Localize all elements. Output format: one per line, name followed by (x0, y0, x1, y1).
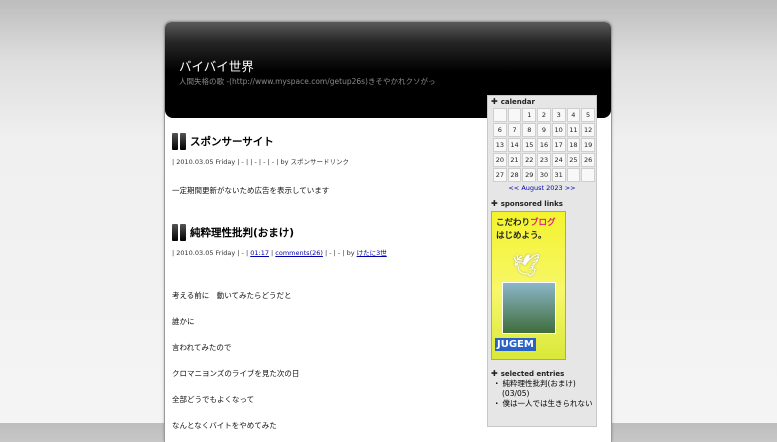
calendar-week-row: 6 7 8 9 10 11 12 (493, 123, 595, 137)
selected-entry[interactable]: ・僕は一人では生きられない (493, 399, 596, 409)
calendar-day: 8 (522, 123, 537, 137)
site-title[interactable]: バイバイ世界 (179, 56, 254, 75)
ad-line1-a: こだわり (496, 218, 531, 228)
calendar-day: 31 (551, 168, 566, 182)
entry-body-line: なんとなくバイトをやめてみた (172, 421, 277, 430)
calendar-day: 10 (551, 123, 566, 137)
entry-title: スポンサーサイト (172, 132, 472, 150)
entry-date: | 2010.03.05 Friday | - | (172, 249, 251, 257)
cross-icon: ✚ (491, 369, 498, 378)
entry-author: スポンサードリンク (290, 158, 350, 166)
calendar-day: 15 (522, 138, 537, 152)
calendar-day: 25 (566, 153, 581, 167)
comments-link[interactable]: comments(26) (275, 249, 323, 257)
calendar-day: 18 (566, 138, 581, 152)
sidebar: ✚ calendar 1 2 3 4 5 6 7 8 9 10 11 12 13 14 15 16 17 18 19… (487, 95, 597, 427)
permalink-link[interactable]: 01:17 (250, 249, 269, 257)
calendar-day: 21 (507, 153, 522, 167)
selected-entry-title[interactable]: 僕は一人では生きられない (503, 399, 593, 408)
calendar-day (566, 168, 581, 182)
calendar-day: 30 (537, 168, 551, 182)
ad-photo (502, 282, 556, 334)
calendar-day: 26 (581, 153, 595, 167)
entry-title-text[interactable]: 純粋理性批判(おまけ) (190, 225, 294, 240)
entry-body-line: 誰かに (172, 317, 195, 326)
main-content: スポンサーサイト | 2010.03.05 Friday | - | | - |… (172, 132, 472, 431)
calendar-nav[interactable]: << August 2023 >> (488, 184, 596, 192)
calendar-day: 13 (493, 138, 507, 152)
calendar-day: 1 (522, 108, 537, 122)
selected-entry-title[interactable]: 純粋理性批判(おまけ) (503, 379, 576, 388)
entry-title-icon (172, 132, 186, 150)
calendar-heading: ✚ calendar (488, 96, 596, 107)
calendar-day: 6 (493, 123, 507, 137)
entry-title-icon (172, 223, 186, 241)
entry-body-line: 全部どうでもよくなって (172, 395, 255, 404)
calendar-day: 23 (537, 153, 551, 167)
entry-meta: | 2010.03.05 Friday | - | | - | - | - | … (172, 156, 472, 166)
calendar-day (493, 108, 507, 122)
selected-heading: ✚ selected entries (488, 368, 596, 379)
calendar-day: 24 (551, 153, 566, 167)
entry: 純粋理性批判(おまけ) | 2010.03.05 Friday | - | 01… (172, 223, 472, 431)
calendar-table: 1 2 3 4 5 6 7 8 9 10 11 12 13 14 15 16 17 18 19 20 21 22 23 24 2… (492, 107, 596, 183)
calendar-day: 27 (493, 168, 507, 182)
selected-entries-list: ・純粋理性批判(おまけ) (03/05) ・僕は一人では生きられない (488, 379, 596, 409)
ad-banner[interactable]: こだわりブログ はじめよう。 🕊 JUGEM (491, 211, 566, 360)
sponsored-heading: ✚ sponsored links (488, 198, 596, 209)
calendar-week-row: 27 28 29 30 31 (493, 168, 595, 182)
ad-line1-b: ブログ (530, 218, 556, 228)
entry-title-text[interactable]: スポンサーサイト (190, 134, 274, 149)
calendar-day: 5 (581, 108, 595, 122)
calendar-heading-text: calendar (500, 97, 535, 106)
entry-body-line: 考える前に 動いてみたらどうだと (172, 291, 292, 300)
selected-heading-text: selected entries (500, 369, 565, 378)
author-link[interactable]: けたに3世 (357, 249, 387, 257)
calendar-day (507, 108, 522, 122)
entry-body-line: 言われてみたので (172, 343, 232, 352)
calendar-week-row: 12345 (493, 108, 595, 122)
calendar-day: 17 (551, 138, 566, 152)
entry-body-line: クロマニヨンズのライブを見た次の日 (172, 369, 300, 378)
calendar-day: 14 (507, 138, 522, 152)
selected-entry-date: (03/05) (502, 389, 530, 398)
site-subtitle: 人間失格の歌 -(http://www.myspace.com/getup26s… (179, 77, 436, 86)
calendar-day: 7 (507, 123, 522, 137)
calendar-day: 9 (537, 123, 551, 137)
entry-body: 一定期間更新がないため広告を表示しています (172, 186, 330, 195)
calendar-day: 11 (566, 123, 581, 137)
calendar-day: 29 (522, 168, 537, 182)
calendar-day: 28 (507, 168, 522, 182)
calendar-week-row: 13 14 15 16 17 18 19 (493, 138, 595, 152)
calendar-day: 12 (581, 123, 595, 137)
calendar-day: 19 (581, 138, 595, 152)
ad-line1: こだわりブログ (496, 216, 556, 228)
calendar-day: 20 (493, 153, 507, 167)
calendar-day: 2 (537, 108, 551, 122)
cross-icon: ✚ (491, 97, 498, 106)
calendar-day: 4 (566, 108, 581, 122)
entry-meta-info: | 2010.03.05 Friday | - | | - | - | - | … (172, 158, 291, 166)
bird-icon: 🕊 (512, 254, 540, 279)
calendar-week-row: 20 21 22 23 24 25 26 (493, 153, 595, 167)
ad-line2: はじめよう。 (496, 231, 547, 241)
calendar-day: 22 (522, 153, 537, 167)
selected-entry[interactable]: ・純粋理性批判(おまけ) (493, 379, 596, 389)
calendar-day (581, 168, 595, 182)
entry: スポンサーサイト | 2010.03.05 Friday | - | | - |… (172, 132, 472, 196)
entry-meta-rest: | - | - | by (322, 249, 357, 257)
entry-title: 純粋理性批判(おまけ) (172, 223, 472, 241)
entry-meta: | 2010.03.05 Friday | - | 01:17 | commen… (172, 249, 387, 257)
ad-brand-logo: JUGEM (495, 338, 536, 351)
cross-icon: ✚ (491, 199, 498, 208)
sponsored-heading-text: sponsored links (500, 199, 563, 208)
calendar-day: 16 (537, 138, 551, 152)
calendar-day: 3 (551, 108, 566, 122)
